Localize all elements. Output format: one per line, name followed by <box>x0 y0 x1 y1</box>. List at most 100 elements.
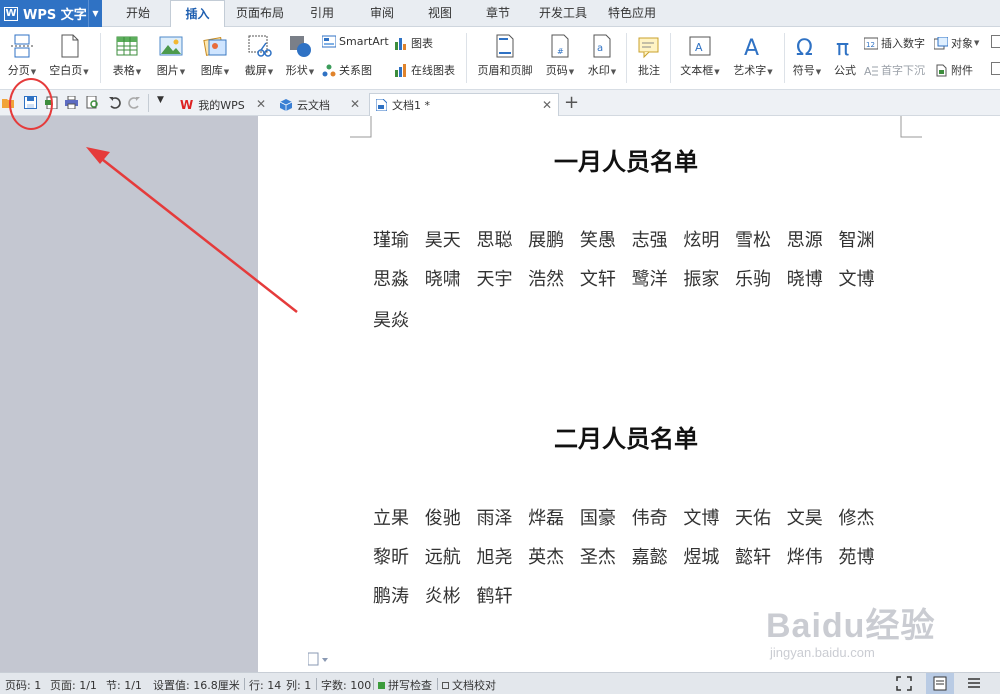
wordart-button[interactable]: A 艺术字▼ <box>728 33 778 78</box>
table-button[interactable]: 表格▼ <box>106 33 148 78</box>
doc-tab-cloud-docs[interactable]: 云文档 ✕ <box>274 93 366 116</box>
tab-start[interactable]: 开始 <box>110 0 166 27</box>
more-icon[interactable] <box>991 62 1000 75</box>
name-list-line: 昊焱 <box>373 310 409 331</box>
outline-view-icon[interactable] <box>966 676 982 691</box>
tab-special-apps[interactable]: 特色应用 <box>600 0 664 27</box>
heading-february: 二月人员名单 <box>554 424 698 453</box>
paste-options-icon[interactable] <box>308 652 330 666</box>
fullscreen-icon[interactable] <box>896 676 912 691</box>
table-icon <box>116 36 138 56</box>
status-words[interactable]: 字数: 100 <box>321 677 371 693</box>
page-corner-mark <box>350 116 372 138</box>
tab-view[interactable]: 视图 <box>414 0 466 27</box>
comment-button[interactable]: 批注 <box>632 33 666 78</box>
page-break-icon <box>11 34 33 58</box>
doc-tab-document1[interactable]: 文档1 * ✕ <box>369 93 559 116</box>
name-list-line: 鹏涛 炎彬 鹤轩 <box>373 586 513 607</box>
omega-icon: Ω <box>796 36 813 59</box>
attachment-icon <box>936 64 947 76</box>
tab-review[interactable]: 审阅 <box>356 0 408 27</box>
chart-button[interactable]: 图表 <box>394 35 433 51</box>
formula-button[interactable]: π 公式 <box>828 33 862 78</box>
status-col: 列: 1 <box>286 679 312 692</box>
ribbon-separator <box>670 33 671 83</box>
gallery-button[interactable]: 图库▼ <box>194 33 236 78</box>
tab-insert[interactable]: 插入 <box>170 0 225 28</box>
tab-section[interactable]: 章节 <box>472 0 524 27</box>
picture-icon <box>159 36 183 56</box>
online-chart-icon <box>395 63 406 77</box>
page-view-button[interactable] <box>926 673 954 694</box>
attachment-button[interactable]: 附件 <box>934 62 973 78</box>
object-button[interactable]: 对象 ▼ <box>934 35 979 51</box>
insert-number-button[interactable]: 12 插入数字 <box>864 35 925 51</box>
blank-page-button[interactable]: 空白页▼ <box>46 33 92 78</box>
redo-icon[interactable] <box>128 96 141 109</box>
undo-icon[interactable] <box>108 96 121 109</box>
gallery-icon <box>203 36 227 56</box>
textbox-icon: A <box>689 36 711 56</box>
ribbon-separator <box>626 33 627 83</box>
status-separator <box>316 678 317 690</box>
tab-references[interactable]: 引用 <box>296 0 348 27</box>
close-icon[interactable]: ✕ <box>350 97 360 111</box>
page-break-button[interactable]: 分页▼ <box>4 33 40 78</box>
relation-chart-button[interactable]: 关系图 <box>322 62 372 78</box>
status-setting: 设置值: 16.8厘米 <box>153 679 240 692</box>
print-icon[interactable] <box>65 96 78 109</box>
doc-proof-icon <box>442 682 449 689</box>
smartart-button[interactable]: SmartArt <box>322 35 389 48</box>
object-icon <box>934 36 948 49</box>
wps-icon: W <box>180 97 194 112</box>
watermark-url: jingyan.baidu.com <box>770 645 875 660</box>
smartart-icon <box>322 35 336 48</box>
shape-icon <box>290 36 311 57</box>
customize-dropdown-icon[interactable]: ▼ <box>157 95 164 105</box>
watermark-button[interactable]: a 水印▼ <box>582 33 622 78</box>
shape-button[interactable]: 形状▼ <box>280 33 320 78</box>
header-footer-icon <box>496 34 514 58</box>
close-icon[interactable]: ✕ <box>256 97 266 111</box>
document-page[interactable]: 一月人员名单 瑾瑜 昊天 思聪 展鹏 笑愚 志强 炫明 雪松 思源 智渊 思淼 … <box>258 116 1000 672</box>
svg-text:A: A <box>744 36 759 59</box>
print-preview-icon[interactable] <box>86 96 99 109</box>
online-chart-button[interactable]: 在线图表 <box>394 62 455 78</box>
wordart-icon: A <box>744 36 759 59</box>
spell-check-toggle[interactable]: 拼写检查 <box>378 677 432 693</box>
menu-bar: W WPS 文字 ▼ 开始 插入 页面布局 引用 审阅 视图 章节 开发工具 特… <box>0 0 1000 28</box>
symbol-button[interactable]: Ω 符号▼ <box>788 33 826 78</box>
textbox-button[interactable]: A 文本框▼ <box>676 33 724 78</box>
app-menu-button[interactable]: W WPS 文字 ▼ <box>0 0 102 27</box>
ribbon-separator <box>466 33 467 83</box>
app-menu-dropdown-icon[interactable]: ▼ <box>88 0 102 27</box>
left-navigation-pane <box>0 116 258 672</box>
scissors-icon <box>248 35 272 57</box>
tab-page-layout[interactable]: 页面布局 <box>229 0 291 27</box>
ribbon-insert: 分页▼ 空白页▼ 表格▼ 图片▼ 图库▼ 截屏▼ 形状▼ SmartArt 关系… <box>0 27 1000 90</box>
close-icon[interactable]: ✕ <box>542 98 552 112</box>
picture-button[interactable]: 图片▼ <box>150 33 192 78</box>
baidu-watermark: Baidu经验 jingyan.baidu.com <box>766 598 935 660</box>
page-number-button[interactable]: # 页码▼ <box>540 33 580 78</box>
name-list-line: 瑾瑜 昊天 思聪 展鹏 笑愚 志强 炫明 雪松 思源 智渊 <box>373 230 875 251</box>
more-icon[interactable] <box>991 35 1000 48</box>
name-list-line: 思淼 晓啸 天宇 浩然 文轩 鹭洋 振家 乐驹 晓博 文博 <box>373 269 875 290</box>
tab-developer[interactable]: 开发工具 <box>530 0 596 27</box>
header-footer-button[interactable]: 页眉和页脚 <box>472 33 538 78</box>
pi-icon: π <box>836 36 849 59</box>
new-tab-plus-icon[interactable]: + <box>564 92 579 113</box>
page-corner-mark <box>900 116 922 138</box>
doc-tab-my-wps[interactable]: W 我的WPS ✕ <box>174 93 272 116</box>
doc-proof-button[interactable]: 文档校对 <box>442 677 496 693</box>
cube-icon <box>280 98 292 111</box>
status-page: 页码: 1 <box>5 679 42 692</box>
status-bar: 页码: 1 页面: 1/1 节: 1/1 设置值: 16.8厘米 行: 14 列… <box>0 672 1000 694</box>
status-pages: 页面: 1/1 <box>50 679 97 692</box>
drop-cap-icon: A <box>864 65 878 77</box>
drop-cap-button[interactable]: A 首字下沉 <box>864 62 925 78</box>
document-icon <box>376 99 387 111</box>
bar-chart-icon <box>395 37 406 50</box>
ribbon-separator <box>784 33 785 83</box>
screenshot-button[interactable]: 截屏▼ <box>238 33 280 78</box>
